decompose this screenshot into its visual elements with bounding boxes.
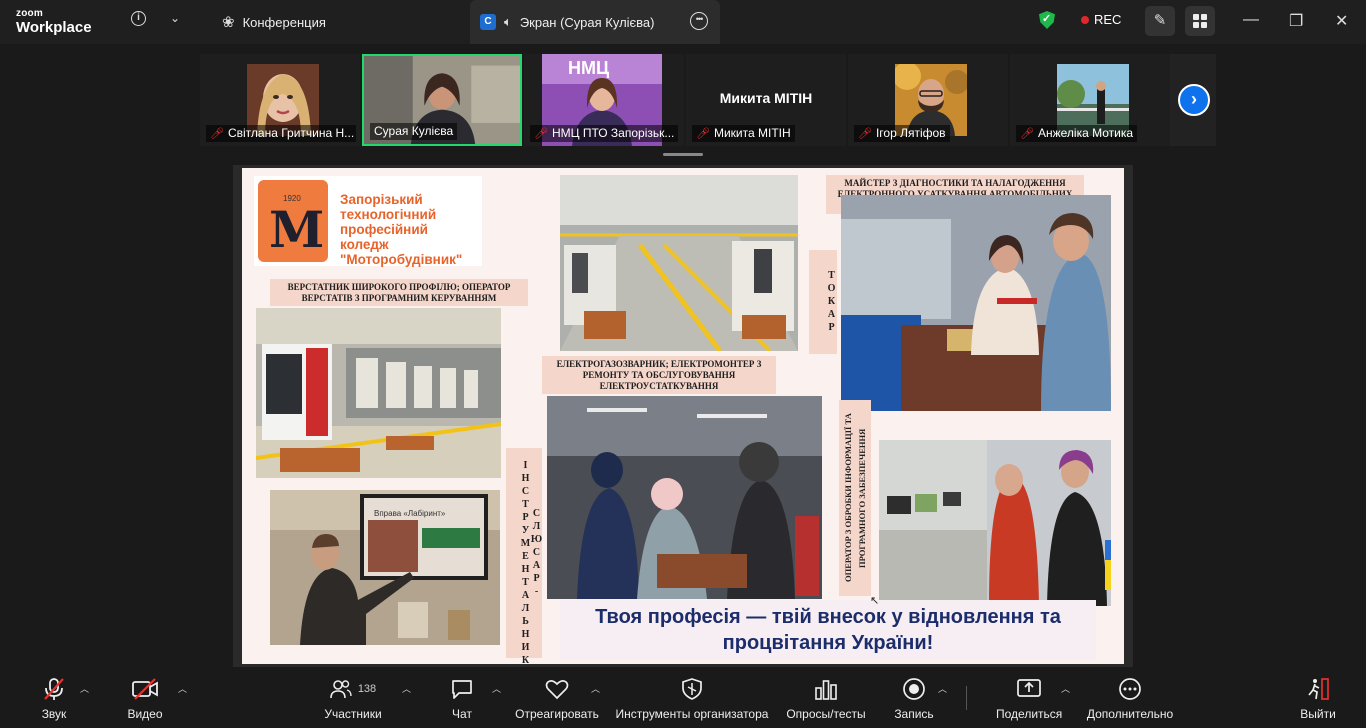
participant-tile[interactable]: 🎤︎ Ігор Лятіфов bbox=[848, 54, 1008, 146]
reactions-options-chevron-icon[interactable]: ︿ bbox=[591, 682, 600, 695]
audio-options-chevron-icon[interactable]: ︿ bbox=[80, 682, 89, 695]
participants-options-chevron-icon[interactable]: ︿ bbox=[402, 682, 411, 695]
audio-button[interactable]: Звук bbox=[34, 676, 74, 726]
share-options-chevron-icon[interactable]: ︿ bbox=[1061, 682, 1070, 695]
chat-bubble-icon bbox=[452, 680, 472, 699]
toolbar-divider bbox=[966, 686, 967, 710]
host-tools-button[interactable]: Инструменты организатора bbox=[614, 676, 770, 726]
participant-name: 🎤︎ Микита МІТІН bbox=[692, 125, 795, 142]
presentation-slide: 1920 M Запорізький технологічний професі… bbox=[242, 168, 1124, 664]
participant-display-name: Микита МІТІН bbox=[719, 90, 813, 106]
participant-name: 🎤︎ Анжеліка Мотика bbox=[1016, 125, 1138, 142]
share-screen-icon bbox=[1017, 679, 1041, 697]
view-layout-icon[interactable] bbox=[1185, 6, 1215, 36]
college-name: Запорізький технологічний професійний ко… bbox=[340, 192, 463, 267]
heart-icon bbox=[545, 680, 569, 700]
chat-button[interactable]: Чат bbox=[448, 676, 476, 726]
info-icon[interactable]: i bbox=[131, 11, 146, 26]
recording-label: REC bbox=[1094, 12, 1122, 27]
more-options-icon[interactable]: ••• bbox=[690, 12, 708, 30]
reactions-button[interactable]: Отреагировать bbox=[514, 676, 600, 726]
mic-muted-icon: 🎤︎ bbox=[534, 127, 548, 140]
participant-tile-active-speaker[interactable]: Сурая Кулієва bbox=[362, 54, 522, 146]
video-button[interactable]: Видео bbox=[124, 676, 166, 726]
host-shield-icon bbox=[682, 678, 702, 700]
classroom-board-photo: Вправа «Лабіринт» bbox=[270, 490, 500, 645]
mic-muted-icon: 🎤︎ bbox=[210, 127, 224, 140]
participant-name: 🎤︎ НМЦ ПТО Запорізьк... bbox=[530, 125, 679, 142]
speaker-icon: 🔈︎ bbox=[504, 14, 512, 29]
record-dot-icon bbox=[1081, 15, 1089, 24]
mic-muted-icon bbox=[44, 678, 64, 700]
svg-text:Вправа «Лабіринт»: Вправа «Лабіринт» bbox=[374, 509, 446, 518]
profession-label-turner: ТОКАР bbox=[809, 250, 837, 354]
participant-name: Сурая Кулієва bbox=[370, 123, 458, 140]
app-badge-icon: C bbox=[480, 14, 496, 30]
polls-button[interactable]: Опросы/тесты bbox=[786, 676, 866, 726]
more-button[interactable]: Дополнительно bbox=[1084, 676, 1176, 726]
tab-meeting-label: Конференция bbox=[242, 14, 326, 30]
video-off-icon bbox=[132, 678, 158, 700]
participant-tile[interactable]: 🎤︎ Анжеліка Мотика bbox=[1010, 54, 1170, 146]
profession-label-welder: ЕЛЕКТРОГАЗОЗВАРНИК; ЕЛЕКТРОМОНТЕР З РЕМО… bbox=[542, 356, 776, 394]
zoom-logo: zoom Workplace bbox=[16, 8, 92, 36]
meeting-controls: Звук ︿ Видео ︿ 138 Участники ︿ Чат ︿ Отр… bbox=[0, 668, 1366, 728]
participants-button[interactable]: 138 Участники bbox=[322, 676, 384, 726]
title-bar: zoom Workplace i ⌄ ❀ Конференция C 🔈︎ Эк… bbox=[0, 0, 1366, 44]
record-options-chevron-icon[interactable]: ︿ bbox=[938, 682, 947, 695]
workshop-hall-photo bbox=[560, 175, 798, 351]
college-header: 1920 M Запорізький технологічний професі… bbox=[254, 176, 482, 267]
profession-label-machinist: ВЕРСТАТНИК ШИРОКОГО ПРОФІЛЮ; ОПЕРАТОР ВЕ… bbox=[270, 279, 528, 306]
computer-class-photo bbox=[879, 440, 1111, 606]
minimize-icon[interactable]: — bbox=[1243, 11, 1259, 29]
participant-name: 🎤︎ Ігор Лятіфов bbox=[854, 125, 950, 142]
annotate-pen-icon[interactable]: ✎ bbox=[1145, 6, 1175, 36]
profession-label-fitter: СЛЮСАР-ІНСТРУМЕНТАЛЬНИК bbox=[506, 448, 542, 664]
meeting-icon: ❀ bbox=[222, 14, 235, 31]
close-icon[interactable]: ✕ bbox=[1335, 11, 1348, 31]
next-page-chevron-icon[interactable]: › bbox=[1178, 84, 1210, 116]
participants-icon bbox=[330, 680, 352, 699]
welding-class-photo bbox=[547, 396, 822, 599]
chevron-down-icon[interactable]: ⌄ bbox=[170, 11, 180, 25]
mic-muted-icon: 🎤︎ bbox=[696, 127, 710, 140]
strip-resize-handle[interactable] bbox=[663, 153, 703, 156]
share-screen-button[interactable]: Поделиться bbox=[996, 676, 1062, 726]
chat-options-chevron-icon[interactable]: ︿ bbox=[492, 682, 501, 695]
participant-tile[interactable]: 🎤︎ Світлана Гритчина Н... bbox=[200, 54, 360, 146]
college-logo: 1920 M bbox=[258, 180, 328, 262]
svg-text:НМЦ: НМЦ bbox=[568, 58, 610, 78]
security-shield-icon[interactable] bbox=[1039, 11, 1055, 29]
tab-meeting[interactable]: ❀ Конференция bbox=[212, 0, 336, 44]
participant-tile[interactable]: Микита МІТІН 🎤︎ Микита МІТІН bbox=[686, 54, 846, 146]
more-ellipsis-icon bbox=[1119, 678, 1141, 700]
mic-muted-icon: 🎤︎ bbox=[1020, 127, 1034, 140]
slide-slogan: Твоя професія — твій внесок у відновленн… bbox=[560, 600, 1096, 660]
record-icon bbox=[903, 678, 925, 700]
record-button[interactable]: Запись bbox=[894, 676, 934, 726]
tab-shared-screen[interactable]: C 🔈︎ Экран (Сурая Кулієва) ••• bbox=[470, 0, 720, 44]
participant-strip: 🎤︎ Світлана Гритчина Н... Сурая Кулієва … bbox=[200, 54, 1216, 146]
profession-label-operator: ОПЕРАТОР З ОБРОБКИ ІНФОРМАЦІЇ ТА ПРОГРАМ… bbox=[839, 400, 871, 596]
mic-muted-icon: 🎤︎ bbox=[858, 127, 872, 140]
leave-button[interactable]: Выйти bbox=[1296, 676, 1340, 726]
shared-screen: 1920 M Запорізький технологічний професі… bbox=[233, 165, 1133, 667]
participant-tile[interactable]: НМЦ 🎤︎ НМЦ ПТО Запорізьк... bbox=[524, 54, 684, 146]
restore-icon[interactable]: ❐ bbox=[1289, 11, 1303, 31]
cnc-workshop-photo bbox=[256, 308, 501, 478]
participants-count: 138 bbox=[357, 683, 377, 695]
mouse-cursor-icon: ↖ bbox=[870, 595, 880, 607]
recording-indicator[interactable]: REC bbox=[1081, 12, 1121, 27]
electronics-lab-photo bbox=[841, 195, 1111, 411]
tab-shared-screen-label: Экран (Сурая Кулієва) bbox=[519, 14, 655, 30]
video-options-chevron-icon[interactable]: ︿ bbox=[178, 682, 187, 695]
leave-door-icon bbox=[1308, 678, 1329, 700]
participant-name: 🎤︎ Світлана Гритчина Н... bbox=[206, 125, 356, 142]
bar-chart-icon bbox=[815, 680, 837, 700]
